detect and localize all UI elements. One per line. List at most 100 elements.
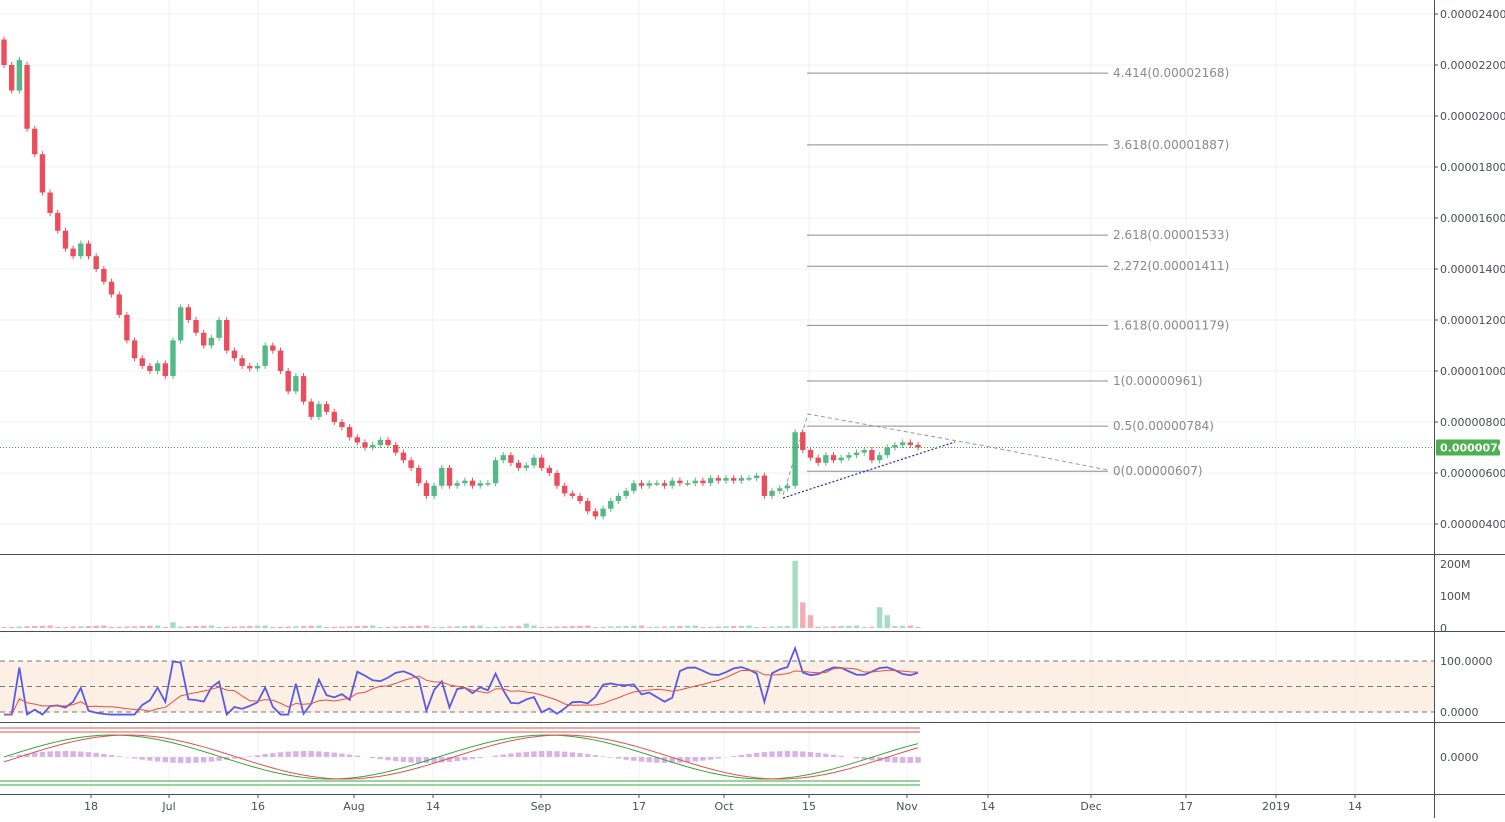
volume-bar bbox=[316, 626, 321, 628]
chart-root[interactable]: 4.414(0.00002168)3.618(0.00001887)2.618(… bbox=[0, 0, 1505, 818]
volume-bar bbox=[708, 627, 713, 628]
candle-body bbox=[754, 476, 759, 479]
candle-body bbox=[785, 486, 790, 489]
candle-body bbox=[662, 483, 667, 486]
volume-bar bbox=[232, 627, 237, 628]
macd-histogram-bar bbox=[600, 756, 605, 757]
macd-histogram-bar bbox=[478, 757, 483, 758]
volume-bar bbox=[462, 626, 467, 628]
candle-body bbox=[117, 295, 122, 315]
macd-histogram-bar bbox=[508, 753, 513, 757]
volume-bar bbox=[470, 626, 475, 628]
candle-body bbox=[478, 483, 483, 486]
volume-bar bbox=[524, 624, 529, 628]
volume-bar bbox=[577, 626, 582, 628]
current-price-label: 0.00000700 bbox=[1440, 442, 1505, 455]
candle-body bbox=[385, 440, 390, 445]
candle-body bbox=[716, 478, 721, 481]
volume-bar bbox=[355, 626, 360, 628]
time-tick-label: Oct bbox=[714, 800, 734, 813]
volume-bar bbox=[539, 627, 544, 628]
macd-histogram-bar bbox=[201, 757, 206, 762]
candle-body bbox=[562, 486, 567, 494]
volume-bar bbox=[301, 626, 306, 628]
volume-bar bbox=[915, 627, 920, 628]
candle-body bbox=[78, 244, 83, 257]
volume-bar bbox=[170, 622, 175, 628]
volume-bar bbox=[278, 627, 283, 628]
price-tick-label: 0.00001800 bbox=[1440, 161, 1505, 174]
candle-body bbox=[769, 491, 774, 496]
volume-bar bbox=[24, 626, 29, 628]
volume-bar bbox=[908, 626, 913, 628]
candle-body bbox=[209, 338, 214, 346]
time-tick-label: 15 bbox=[802, 800, 816, 813]
volume-bar bbox=[86, 626, 91, 628]
candle-body bbox=[216, 320, 221, 338]
fib-level-label: 2.618(0.00001533) bbox=[1113, 228, 1229, 242]
time-tick-label: Nov bbox=[896, 800, 918, 813]
candle-body bbox=[301, 376, 306, 402]
candle-body bbox=[247, 366, 252, 369]
volume-bar bbox=[716, 627, 721, 628]
volume-bar bbox=[608, 627, 613, 628]
macd-histogram-bar bbox=[193, 757, 198, 763]
volume-bar bbox=[239, 626, 244, 628]
volume-bar bbox=[739, 626, 744, 628]
volume-bar bbox=[677, 626, 682, 628]
volume-bar bbox=[147, 626, 152, 628]
volume-bar bbox=[754, 627, 759, 628]
candle-body bbox=[32, 129, 37, 155]
macd-histogram-bar bbox=[531, 751, 536, 757]
time-tick-label: 14 bbox=[1348, 800, 1362, 813]
volume-bar bbox=[40, 626, 45, 628]
candle-body bbox=[846, 455, 851, 458]
macd-histogram-bar bbox=[562, 752, 567, 757]
macd-histogram-bar bbox=[731, 756, 736, 757]
candle-body bbox=[224, 320, 229, 351]
candle-body bbox=[869, 450, 874, 460]
candle-body bbox=[262, 346, 267, 366]
volume-bar bbox=[823, 627, 828, 628]
volume-bar bbox=[9, 627, 14, 628]
macd-histogram-bar bbox=[132, 757, 137, 759]
volume-bar bbox=[1, 627, 6, 628]
macd-histogram-bar bbox=[454, 757, 459, 761]
macd-histogram-bar bbox=[570, 752, 575, 757]
time-tick-label: Aug bbox=[343, 800, 364, 813]
macd-histogram-bar bbox=[40, 752, 45, 757]
volume-bar bbox=[32, 626, 37, 628]
volume-bar bbox=[777, 626, 782, 628]
macd-histogram-bar bbox=[708, 757, 713, 760]
candle-body bbox=[616, 496, 621, 501]
fib-level-label: 0.5(0.00000784) bbox=[1113, 419, 1214, 433]
fib-level-label: 1(0.00000961) bbox=[1113, 374, 1203, 388]
volume-bar bbox=[616, 626, 621, 628]
volume-bar bbox=[255, 626, 260, 628]
volume-bar bbox=[600, 627, 605, 628]
candle-body bbox=[339, 422, 344, 427]
macd-histogram-bar bbox=[370, 757, 375, 758]
candle-body bbox=[24, 65, 29, 129]
candle-body bbox=[416, 468, 421, 483]
candle-body bbox=[539, 458, 544, 468]
price-tick-label: 0.00002400 bbox=[1440, 8, 1505, 21]
candle-body bbox=[693, 481, 698, 484]
candle-body bbox=[270, 346, 275, 351]
volume-bar bbox=[877, 607, 882, 628]
macd-histogram-bar bbox=[408, 757, 413, 763]
volume-bar bbox=[746, 626, 751, 628]
price-tick-label: 0.00002000 bbox=[1440, 110, 1505, 123]
macd-histogram-bar bbox=[324, 752, 329, 757]
price-tick-label: 0.00001600 bbox=[1440, 212, 1505, 225]
macd-histogram-bar bbox=[915, 757, 920, 763]
volume-bar bbox=[839, 626, 844, 628]
candle-body bbox=[501, 455, 506, 460]
volume-bar bbox=[324, 627, 329, 628]
candle-body bbox=[193, 320, 198, 333]
macd-histogram-bar bbox=[255, 755, 260, 757]
volume-bar bbox=[285, 627, 290, 628]
volume-bar bbox=[47, 626, 52, 628]
price-chart[interactable]: 4.414(0.00002168)3.618(0.00001887)2.618(… bbox=[0, 0, 1505, 818]
volume-bar bbox=[654, 627, 659, 628]
